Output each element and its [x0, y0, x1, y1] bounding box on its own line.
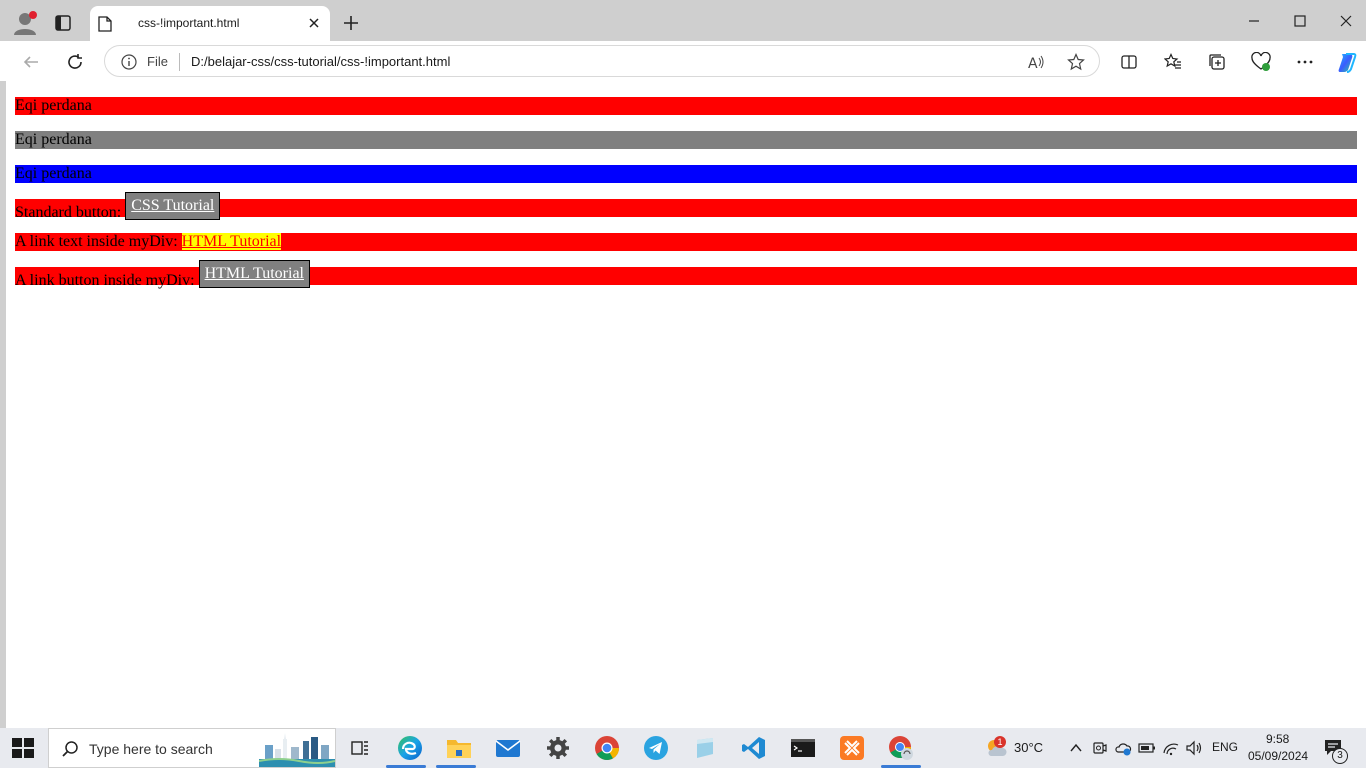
- standard-button-label: Standard button:: [15, 204, 126, 221]
- settings-gear-icon[interactable]: [544, 734, 572, 762]
- profile-icon[interactable]: [10, 8, 40, 38]
- more-menu-icon[interactable]: [1292, 49, 1318, 75]
- search-icon: [61, 740, 79, 758]
- edge-browser-icon[interactable]: [396, 734, 424, 762]
- terminal-icon[interactable]: [789, 734, 817, 762]
- close-window-icon[interactable]: [1333, 8, 1359, 34]
- html-tutorial-button[interactable]: HTML Tutorial: [198, 260, 310, 288]
- xampp-icon[interactable]: [838, 734, 866, 762]
- url-scheme-label: File: [147, 54, 168, 69]
- back-icon[interactable]: [18, 49, 44, 75]
- url-text[interactable]: D:/belajar-css/css-tutorial/css-!importa…: [191, 54, 450, 69]
- minimize-icon[interactable]: [1241, 8, 1267, 34]
- split-screen-icon[interactable]: [1116, 49, 1142, 75]
- task-view-icon[interactable]: [346, 734, 374, 762]
- file-explorer-icon[interactable]: [445, 734, 473, 762]
- link-button-label: A link button inside myDiv:: [15, 272, 199, 289]
- taskbar: Type here to search 1 30°C ENG 9:58 05/0…: [0, 728, 1366, 768]
- document-icon: [98, 16, 112, 32]
- address-bar[interactable]: File D:/belajar-css/css-tutorial/css-!im…: [104, 45, 1100, 77]
- search-highlight-skyline-icon: [258, 731, 336, 767]
- link-text-line: A link text inside myDiv: HTML Tutorial: [15, 233, 1357, 251]
- text-line-blue: Eqi perdana: [15, 165, 1357, 183]
- page-viewport: Eqi perdana Eqi perdana Eqi perdana Stan…: [6, 81, 1366, 728]
- notification-count-badge: 3: [1332, 748, 1348, 764]
- text-line-red: Eqi perdana: [15, 97, 1357, 115]
- collections-icon[interactable]: [1204, 49, 1230, 75]
- read-aloud-icon[interactable]: A: [1027, 53, 1045, 72]
- chrome-remote-icon[interactable]: [887, 734, 915, 762]
- mail-icon[interactable]: [494, 734, 522, 762]
- standard-button-line: Standard button: CSS Tutorial: [15, 192, 1357, 221]
- text-line-gray: Eqi perdana: [15, 131, 1357, 149]
- browser-toolbar: File D:/belajar-css/css-tutorial/css-!im…: [0, 41, 1366, 81]
- tab-actions-icon[interactable]: [50, 10, 76, 36]
- telegram-icon[interactable]: [642, 734, 670, 762]
- svg-text:A: A: [1028, 56, 1038, 71]
- vscode-icon[interactable]: [740, 734, 768, 762]
- link-button-line: A link button inside myDiv: HTML Tutoria…: [15, 260, 1357, 289]
- info-icon[interactable]: [121, 54, 137, 70]
- windows-start-icon[interactable]: [12, 738, 34, 758]
- taskbar-search-box[interactable]: Type here to search: [48, 728, 336, 768]
- sticky-notes-icon[interactable]: [691, 734, 719, 762]
- clock-time[interactable]: 9:58: [1266, 732, 1289, 746]
- refresh-icon[interactable]: [62, 49, 88, 75]
- browser-essentials-icon[interactable]: [1248, 49, 1274, 75]
- weather-badge: 1: [994, 736, 1006, 748]
- close-tab-icon[interactable]: [306, 15, 322, 31]
- css-tutorial-button[interactable]: CSS Tutorial: [125, 192, 221, 220]
- tab-title: css-!important.html: [138, 16, 240, 30]
- active-tab[interactable]: css-!important.html: [90, 6, 330, 41]
- link-text-label: A link text inside myDiv:: [15, 233, 182, 250]
- tab-strip: css-!important.html: [0, 0, 1366, 41]
- search-placeholder: Type here to search: [89, 741, 213, 757]
- copilot-icon[interactable]: [1334, 49, 1360, 75]
- clock-date[interactable]: 05/09/2024: [1248, 749, 1308, 763]
- url-divider: [179, 53, 180, 71]
- new-tab-icon[interactable]: [340, 12, 362, 34]
- html-tutorial-link[interactable]: HTML Tutorial: [181, 233, 282, 250]
- chrome-icon[interactable]: [593, 734, 621, 762]
- volume-icon[interactable]: [1180, 734, 1208, 762]
- favorite-star-icon[interactable]: [1067, 53, 1085, 71]
- weather-temperature[interactable]: 30°C: [1014, 740, 1043, 755]
- maximize-icon[interactable]: [1287, 8, 1313, 34]
- language-indicator[interactable]: ENG: [1212, 740, 1238, 754]
- favorites-icon[interactable]: [1160, 49, 1186, 75]
